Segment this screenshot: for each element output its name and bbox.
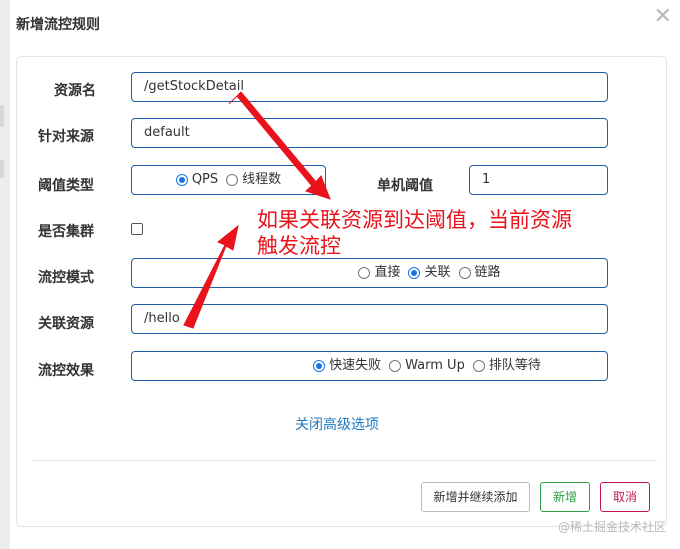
background-strip — [0, 0, 10, 549]
add-and-continue-button[interactable]: 新增并继续添加 — [421, 482, 530, 512]
close-icon[interactable]: ✕ — [654, 4, 672, 29]
flow-mode-relate-radio[interactable]: 关联 — [408, 259, 451, 287]
single-threshold-input[interactable]: 1 — [469, 165, 608, 195]
radio-selected-icon — [313, 360, 326, 372]
add-flow-rule-dialog: 新增流控规则 ✕ 资源名 /getStockDetail 针对来源 defaul… — [10, 0, 680, 549]
flow-mode-group: 直接 关联 链路 — [131, 258, 608, 288]
ref-resource-label: 关联资源 — [38, 316, 94, 332]
radio-unselected-icon — [458, 267, 471, 279]
threshold-type-thread-radio[interactable]: 线程数 — [226, 166, 281, 194]
dialog-title: 新增流控规则 — [16, 17, 100, 33]
annotation-text-line2: 触发流控 — [257, 234, 341, 258]
watermark: @稀土掘金技术社区 — [557, 520, 666, 534]
radio-unselected-icon — [226, 174, 239, 186]
behavior-fast-fail-radio[interactable]: 快速失败 — [313, 352, 381, 380]
single-threshold-label: 单机阈值 — [377, 178, 433, 194]
ref-resource-input[interactable]: /hello — [131, 304, 608, 334]
cluster-label: 是否集群 — [38, 224, 94, 240]
resource-name-input[interactable]: /getStockDetail — [131, 72, 608, 102]
flow-mode-chain-radio[interactable]: 链路 — [458, 259, 501, 287]
flow-mode-label: 流控模式 — [38, 270, 94, 286]
control-behavior-label: 流控效果 — [38, 363, 94, 379]
radio-selected-icon — [408, 267, 421, 279]
control-behavior-group: 快速失败 Warm Up 排队等待 — [131, 351, 608, 381]
annotation-text-line1: 如果关联资源到达阈值，当前资源 — [257, 208, 572, 232]
threshold-type-qps-radio[interactable]: QPS — [175, 166, 218, 194]
limit-app-input[interactable]: default — [131, 118, 608, 148]
add-button[interactable]: 新增 — [540, 482, 590, 512]
threshold-type-label: 阈值类型 — [38, 178, 94, 194]
cancel-button[interactable]: 取消 — [600, 482, 650, 512]
radio-unselected-icon — [358, 267, 371, 279]
limit-app-label: 针对来源 — [38, 129, 94, 145]
radio-unselected-icon — [472, 360, 485, 372]
behavior-warm-up-radio[interactable]: Warm Up — [389, 352, 465, 380]
advanced-options-toggle[interactable]: 关闭高级选项 — [295, 414, 379, 434]
flow-mode-direct-radio[interactable]: 直接 — [358, 259, 400, 287]
threshold-type-group: QPS 线程数 — [131, 165, 326, 195]
footer-divider — [32, 460, 657, 461]
radio-selected-icon — [175, 174, 188, 186]
cluster-checkbox[interactable] — [131, 223, 143, 235]
resource-name-label: 资源名 — [54, 83, 96, 99]
radio-unselected-icon — [389, 360, 402, 372]
behavior-queue-radio[interactable]: 排队等待 — [472, 352, 541, 380]
